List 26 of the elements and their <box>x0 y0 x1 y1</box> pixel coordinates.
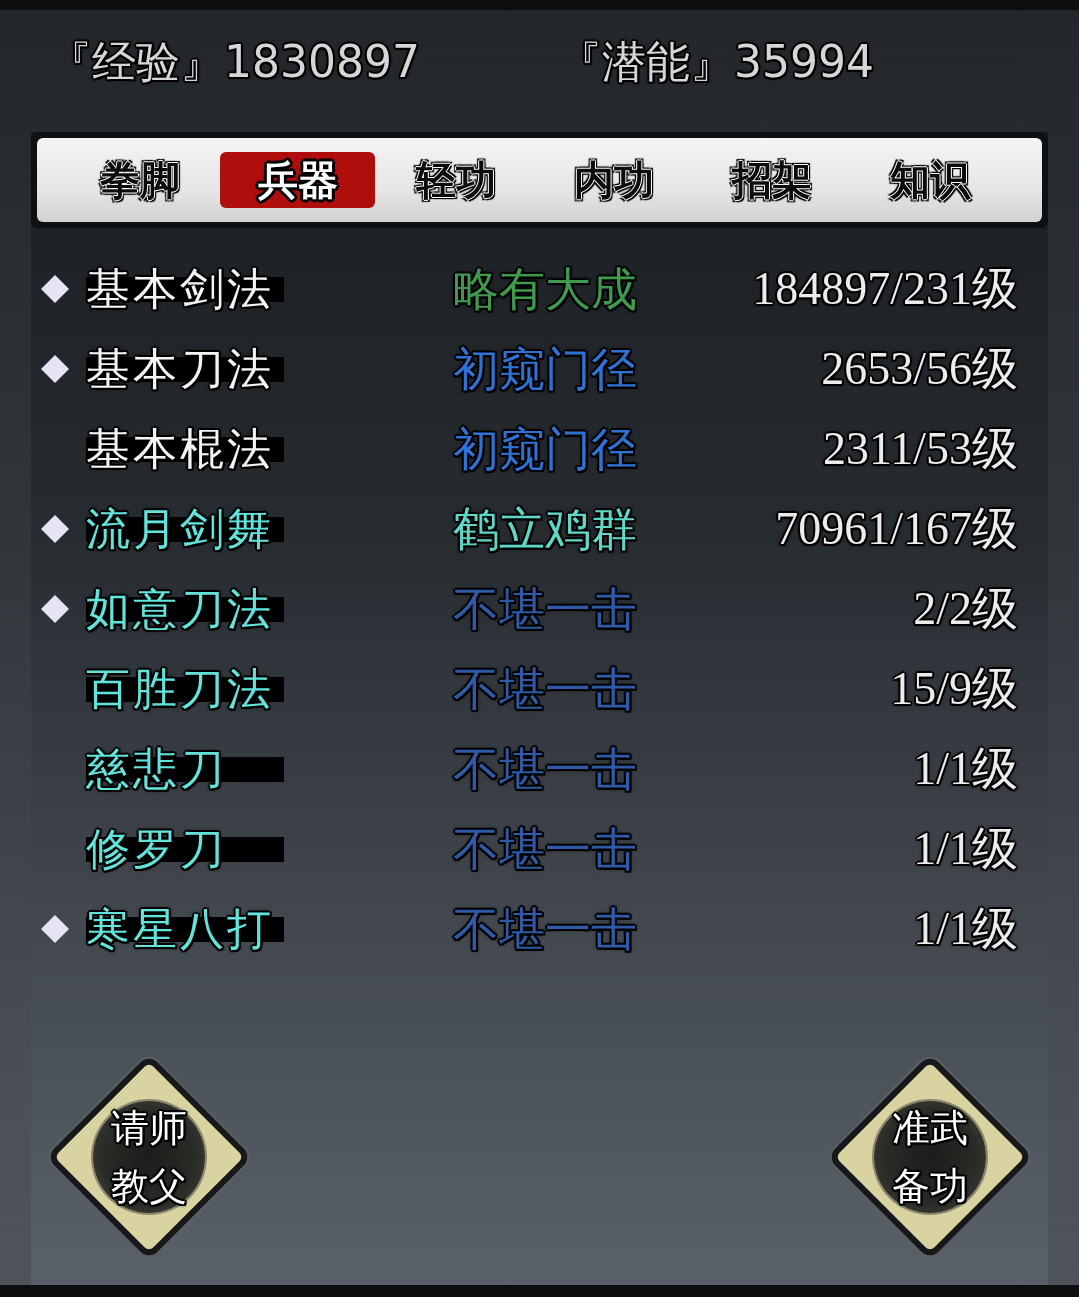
skill-rank: 鹤立鸡群 <box>453 501 638 558</box>
stat-text: 『经验』1830897 <box>48 35 420 89</box>
experience-level-text: 2653/56级 <box>821 342 1018 396</box>
category-tab[interactable]: 轻功 <box>378 152 533 208</box>
experience-level-text: 184897/231级 <box>752 262 1018 316</box>
skill-rank: 不堪一击 <box>453 581 638 638</box>
experience-level-text: 2311/53级 <box>822 422 1018 476</box>
experience-level-text: 1/1级 <box>913 822 1018 876</box>
skill-rank: 不堪一击 <box>453 661 638 718</box>
category-tab[interactable]: 兵器 <box>220 152 375 208</box>
stat-text: 『潜能』35994 <box>558 35 874 89</box>
skill-rank: 不堪一击 <box>453 821 638 878</box>
skill-rank: 不堪一击 <box>453 741 638 798</box>
skill-rank: 初窥门径 <box>453 421 638 478</box>
skill-rank: 初窥门径 <box>453 341 638 398</box>
category-tab[interactable]: 招架 <box>694 152 849 208</box>
experience-level-text: 70961/167级 <box>775 502 1018 556</box>
experience-level-text: 1/1级 <box>913 902 1018 956</box>
category-tab[interactable]: 知识 <box>852 152 1007 208</box>
skill-rank: 不堪一击 <box>453 901 638 958</box>
experience-level-text: 2/2级 <box>913 582 1018 636</box>
experience-level-text: 15/9级 <box>890 662 1018 716</box>
experience-level-text: 1/1级 <box>913 742 1018 796</box>
skill-rank: 略有大成 <box>453 261 638 318</box>
category-tab[interactable]: 拳脚 <box>62 152 217 208</box>
category-tab[interactable]: 内功 <box>536 152 691 208</box>
